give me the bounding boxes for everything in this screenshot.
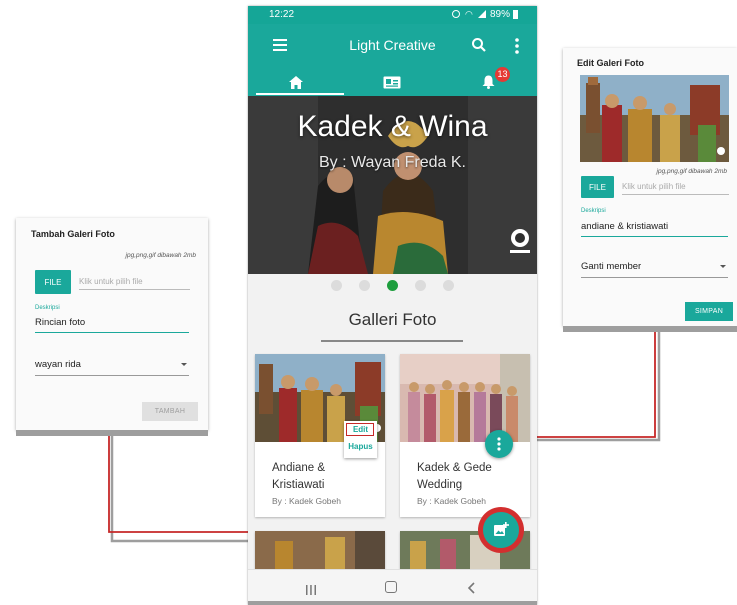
- member-select-value: Ganti member: [581, 261, 642, 272]
- home-nav-icon[interactable]: [385, 581, 397, 593]
- app-bar: Light Creative: [248, 24, 537, 68]
- carousel-dot[interactable]: [331, 280, 342, 291]
- id-card-icon: [383, 76, 401, 88]
- gallery-card-author: By : Kadek Gobeh: [272, 496, 341, 506]
- add-photo-icon: [494, 522, 509, 536]
- gallery-card-author: By : Kadek Gobeh: [417, 496, 486, 506]
- file-input[interactable]: Klik untuk pilih file: [79, 277, 190, 290]
- save-button[interactable]: SIMPAN: [685, 302, 733, 321]
- gallery-card[interactable]: Andiane & Kristiawati By : Kadek Gobeh E…: [255, 354, 385, 517]
- back-nav-icon[interactable]: [467, 581, 477, 594]
- carousel-dot[interactable]: [359, 280, 370, 291]
- member-select[interactable]: Ganti member: [581, 261, 728, 278]
- more-vert-icon[interactable]: [515, 38, 519, 54]
- hero-title: Kadek & Wina: [297, 110, 488, 143]
- gallery-card-title: Andiane & Kristiawati: [272, 460, 325, 494]
- add-gallery-dialog: Tambah Galeri Foto jpg,png,gif dibawah 2…: [16, 218, 208, 436]
- phone-bottom-shadow: [248, 601, 537, 605]
- search-icon[interactable]: [471, 37, 487, 53]
- recent-apps-icon[interactable]: [305, 582, 317, 595]
- file-hint: jpg,png,gif dibawah 2mb: [125, 252, 196, 259]
- home-icon: [289, 75, 303, 89]
- description-input[interactable]: andiane & kristiawati: [581, 221, 728, 237]
- battery-icon: [513, 10, 518, 19]
- alarm-icon: [452, 10, 460, 18]
- section-divider: [321, 340, 463, 342]
- dialog-title: Edit Galeri Foto: [577, 58, 645, 68]
- gallery-card-partial[interactable]: [255, 531, 385, 571]
- card-options-button[interactable]: [485, 430, 513, 458]
- dropdown-caret-icon: [181, 363, 187, 366]
- tab-home[interactable]: [248, 68, 344, 96]
- file-button[interactable]: FILE: [35, 270, 71, 294]
- app-title: Light Creative: [349, 37, 436, 53]
- signal-icon: [478, 10, 486, 18]
- file-button[interactable]: FILE: [581, 176, 614, 198]
- card-popup-menu: Edit Hapus: [344, 421, 377, 458]
- notification-bell-icon: [482, 75, 495, 89]
- description-label: Deskripsi: [35, 305, 60, 311]
- carousel-dot-active[interactable]: [387, 280, 398, 291]
- carousel-dot[interactable]: [415, 280, 426, 291]
- gallery-card-title: Kadek & Gede Wedding: [417, 460, 492, 494]
- gallery-card-title-line: Wedding: [417, 479, 463, 491]
- gallery-card-title-line: Kadek & Gede: [417, 462, 492, 474]
- member-select[interactable]: wayan rida: [35, 359, 189, 376]
- wifi-icon: ◠: [465, 9, 473, 19]
- carousel-dots: [331, 280, 455, 292]
- dialog-shadow-bar: [563, 326, 737, 332]
- dropdown-caret-icon: [720, 265, 726, 268]
- tab-bar: 13: [248, 67, 537, 96]
- gallery-card-title-line: Kristiawati: [272, 479, 325, 491]
- tab-profile[interactable]: [344, 68, 440, 96]
- gallery-card-title-line: Andiane &: [272, 462, 326, 474]
- carousel-dot[interactable]: [443, 280, 454, 291]
- tab-indicator: [256, 93, 344, 95]
- hero-subtitle: By : Wayan Freda K.: [318, 154, 466, 171]
- dialog-title: Tambah Galeri Foto: [31, 229, 115, 239]
- member-select-value: wayan rida: [35, 359, 81, 370]
- file-input[interactable]: Klik untuk pilih file: [622, 182, 729, 195]
- battery-text: 89%: [490, 9, 511, 20]
- add-photo-fab[interactable]: [481, 510, 521, 550]
- dialog-shadow-bar: [16, 430, 208, 436]
- gallery-card-photo: [400, 354, 530, 442]
- android-nav-bar: [248, 569, 537, 605]
- menu-delete[interactable]: Hapus: [344, 442, 377, 451]
- notification-badge: 13: [495, 67, 510, 82]
- section-title: Galleri Foto: [348, 310, 437, 329]
- edit-gallery-dialog: Edit Galeri Foto jpg,png,gif dibawah 2mb…: [563, 48, 737, 332]
- tab-notifications[interactable]: 13: [440, 67, 537, 96]
- phone-screen: 12:22 ◠ 89% Light Creative 13 Kadek & Wi…: [248, 6, 537, 605]
- hero-banner[interactable]: Kadek & Wina By : Wayan Freda K.: [248, 96, 537, 274]
- file-hint: jpg,png,gif dibawah 2mb: [656, 168, 727, 175]
- menu-edit[interactable]: Edit: [344, 425, 377, 434]
- add-button[interactable]: TAMBAH: [142, 402, 198, 421]
- description-label: Deskripsi: [581, 208, 606, 214]
- edit-photo-preview: [580, 75, 729, 162]
- more-vert-icon: [497, 437, 501, 451]
- connector-add-shadow: [110, 436, 248, 543]
- status-bar: 12:22 ◠ 89%: [248, 6, 537, 24]
- status-time: 12:22: [269, 9, 295, 20]
- description-input[interactable]: Rincian foto: [35, 317, 189, 333]
